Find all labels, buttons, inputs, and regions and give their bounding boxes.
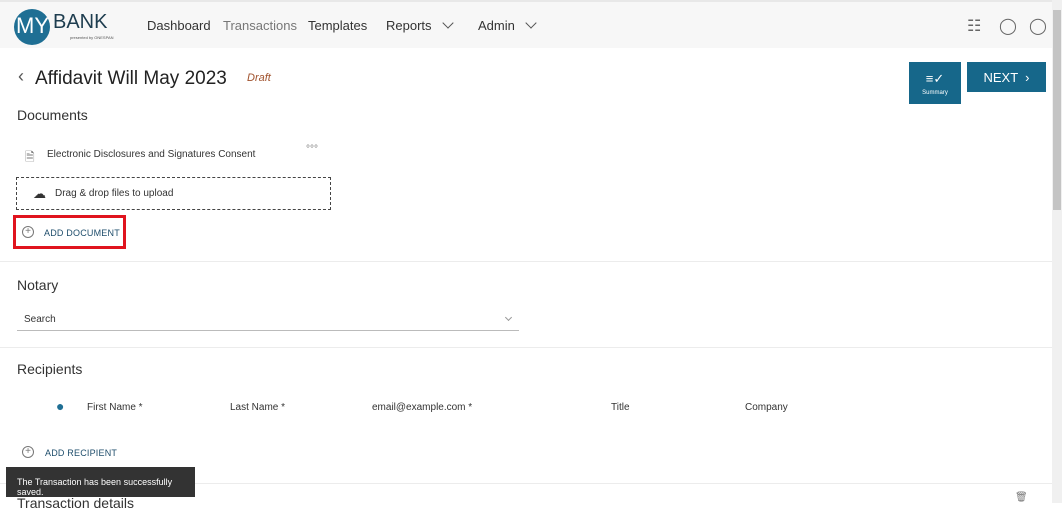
chevron-down-icon [441, 17, 454, 29]
nav-transactions[interactable]: Transactions [223, 18, 297, 33]
next-button[interactable]: NEXT › [967, 62, 1046, 92]
transaction-details-heading: Transaction details [17, 495, 134, 511]
title-field[interactable]: Title [611, 402, 630, 413]
recipients-heading: Recipients [17, 361, 83, 377]
plus-circle-icon: + [22, 226, 34, 238]
upload-dropzone[interactable]: ☁ Drag & drop files to upload [16, 177, 331, 210]
nav-admin[interactable]: Admin [478, 17, 537, 33]
top-navbar: MY BANK presented by ONESPAN Dashboard T… [0, 0, 1052, 48]
notary-search-placeholder: Search [24, 314, 56, 325]
chevron-down-icon [504, 313, 513, 322]
notary-heading: Notary [17, 277, 59, 293]
dropzone-label: Drag & drop files to upload [55, 188, 174, 199]
user-icon[interactable]: ◯ [1029, 16, 1047, 36]
nav-templates[interactable]: Templates [308, 18, 367, 33]
toast-notification: The Transaction has been successfully sa… [6, 467, 195, 497]
add-recipient-button[interactable]: ADD RECIPIENT [45, 448, 117, 458]
divider [0, 347, 1052, 348]
scrollbar-thumb[interactable] [1053, 10, 1061, 210]
page-title: Affidavit Will May 2023 [35, 68, 227, 89]
summary-button[interactable]: ≡✓ Summary [909, 62, 961, 104]
notary-search-select[interactable]: Search [17, 309, 519, 331]
globe-icon[interactable]: ◯ [999, 16, 1017, 36]
email-field[interactable]: email@example.com * [372, 402, 472, 413]
cloud-upload-icon: ☁ [33, 186, 46, 201]
nav-dashboard[interactable]: Dashboard [147, 18, 211, 33]
logo-text: MY [16, 13, 49, 38]
status-badge: Draft [247, 72, 271, 84]
list-check-icon: ≡✓ [925, 70, 945, 86]
back-icon[interactable]: ‹ [18, 66, 24, 87]
trash-icon[interactable]: 🗑 [1015, 492, 1028, 503]
logo-subtitle: presented by ONESPAN [70, 35, 114, 40]
sitemap-icon[interactable]: ☷ [967, 16, 981, 36]
plus-circle-icon: + [22, 446, 34, 458]
nav-reports[interactable]: Reports [386, 17, 454, 33]
nav-admin-label: Admin [478, 18, 515, 33]
logo-text-bank: BANK [53, 11, 108, 33]
next-label: NEXT [983, 69, 1018, 85]
add-document-button[interactable]: ADD DOCUMENT [44, 228, 120, 238]
user-icon: ● [56, 398, 65, 414]
document-name[interactable]: Electronic Disclosures and Signatures Co… [47, 149, 255, 160]
more-options-icon[interactable]: °°° [306, 144, 318, 155]
nav-reports-label: Reports [386, 18, 432, 33]
documents-heading: Documents [17, 107, 88, 123]
document-icon: 🗎 [25, 150, 35, 164]
divider [0, 261, 1052, 262]
scrollbar[interactable] [1052, 0, 1062, 503]
summary-label: Summary [922, 89, 948, 96]
company-field[interactable]: Company [745, 402, 788, 413]
last-name-field[interactable]: Last Name * [230, 402, 285, 413]
chevron-down-icon [525, 17, 537, 29]
first-name-field[interactable]: First Name * [87, 402, 143, 413]
